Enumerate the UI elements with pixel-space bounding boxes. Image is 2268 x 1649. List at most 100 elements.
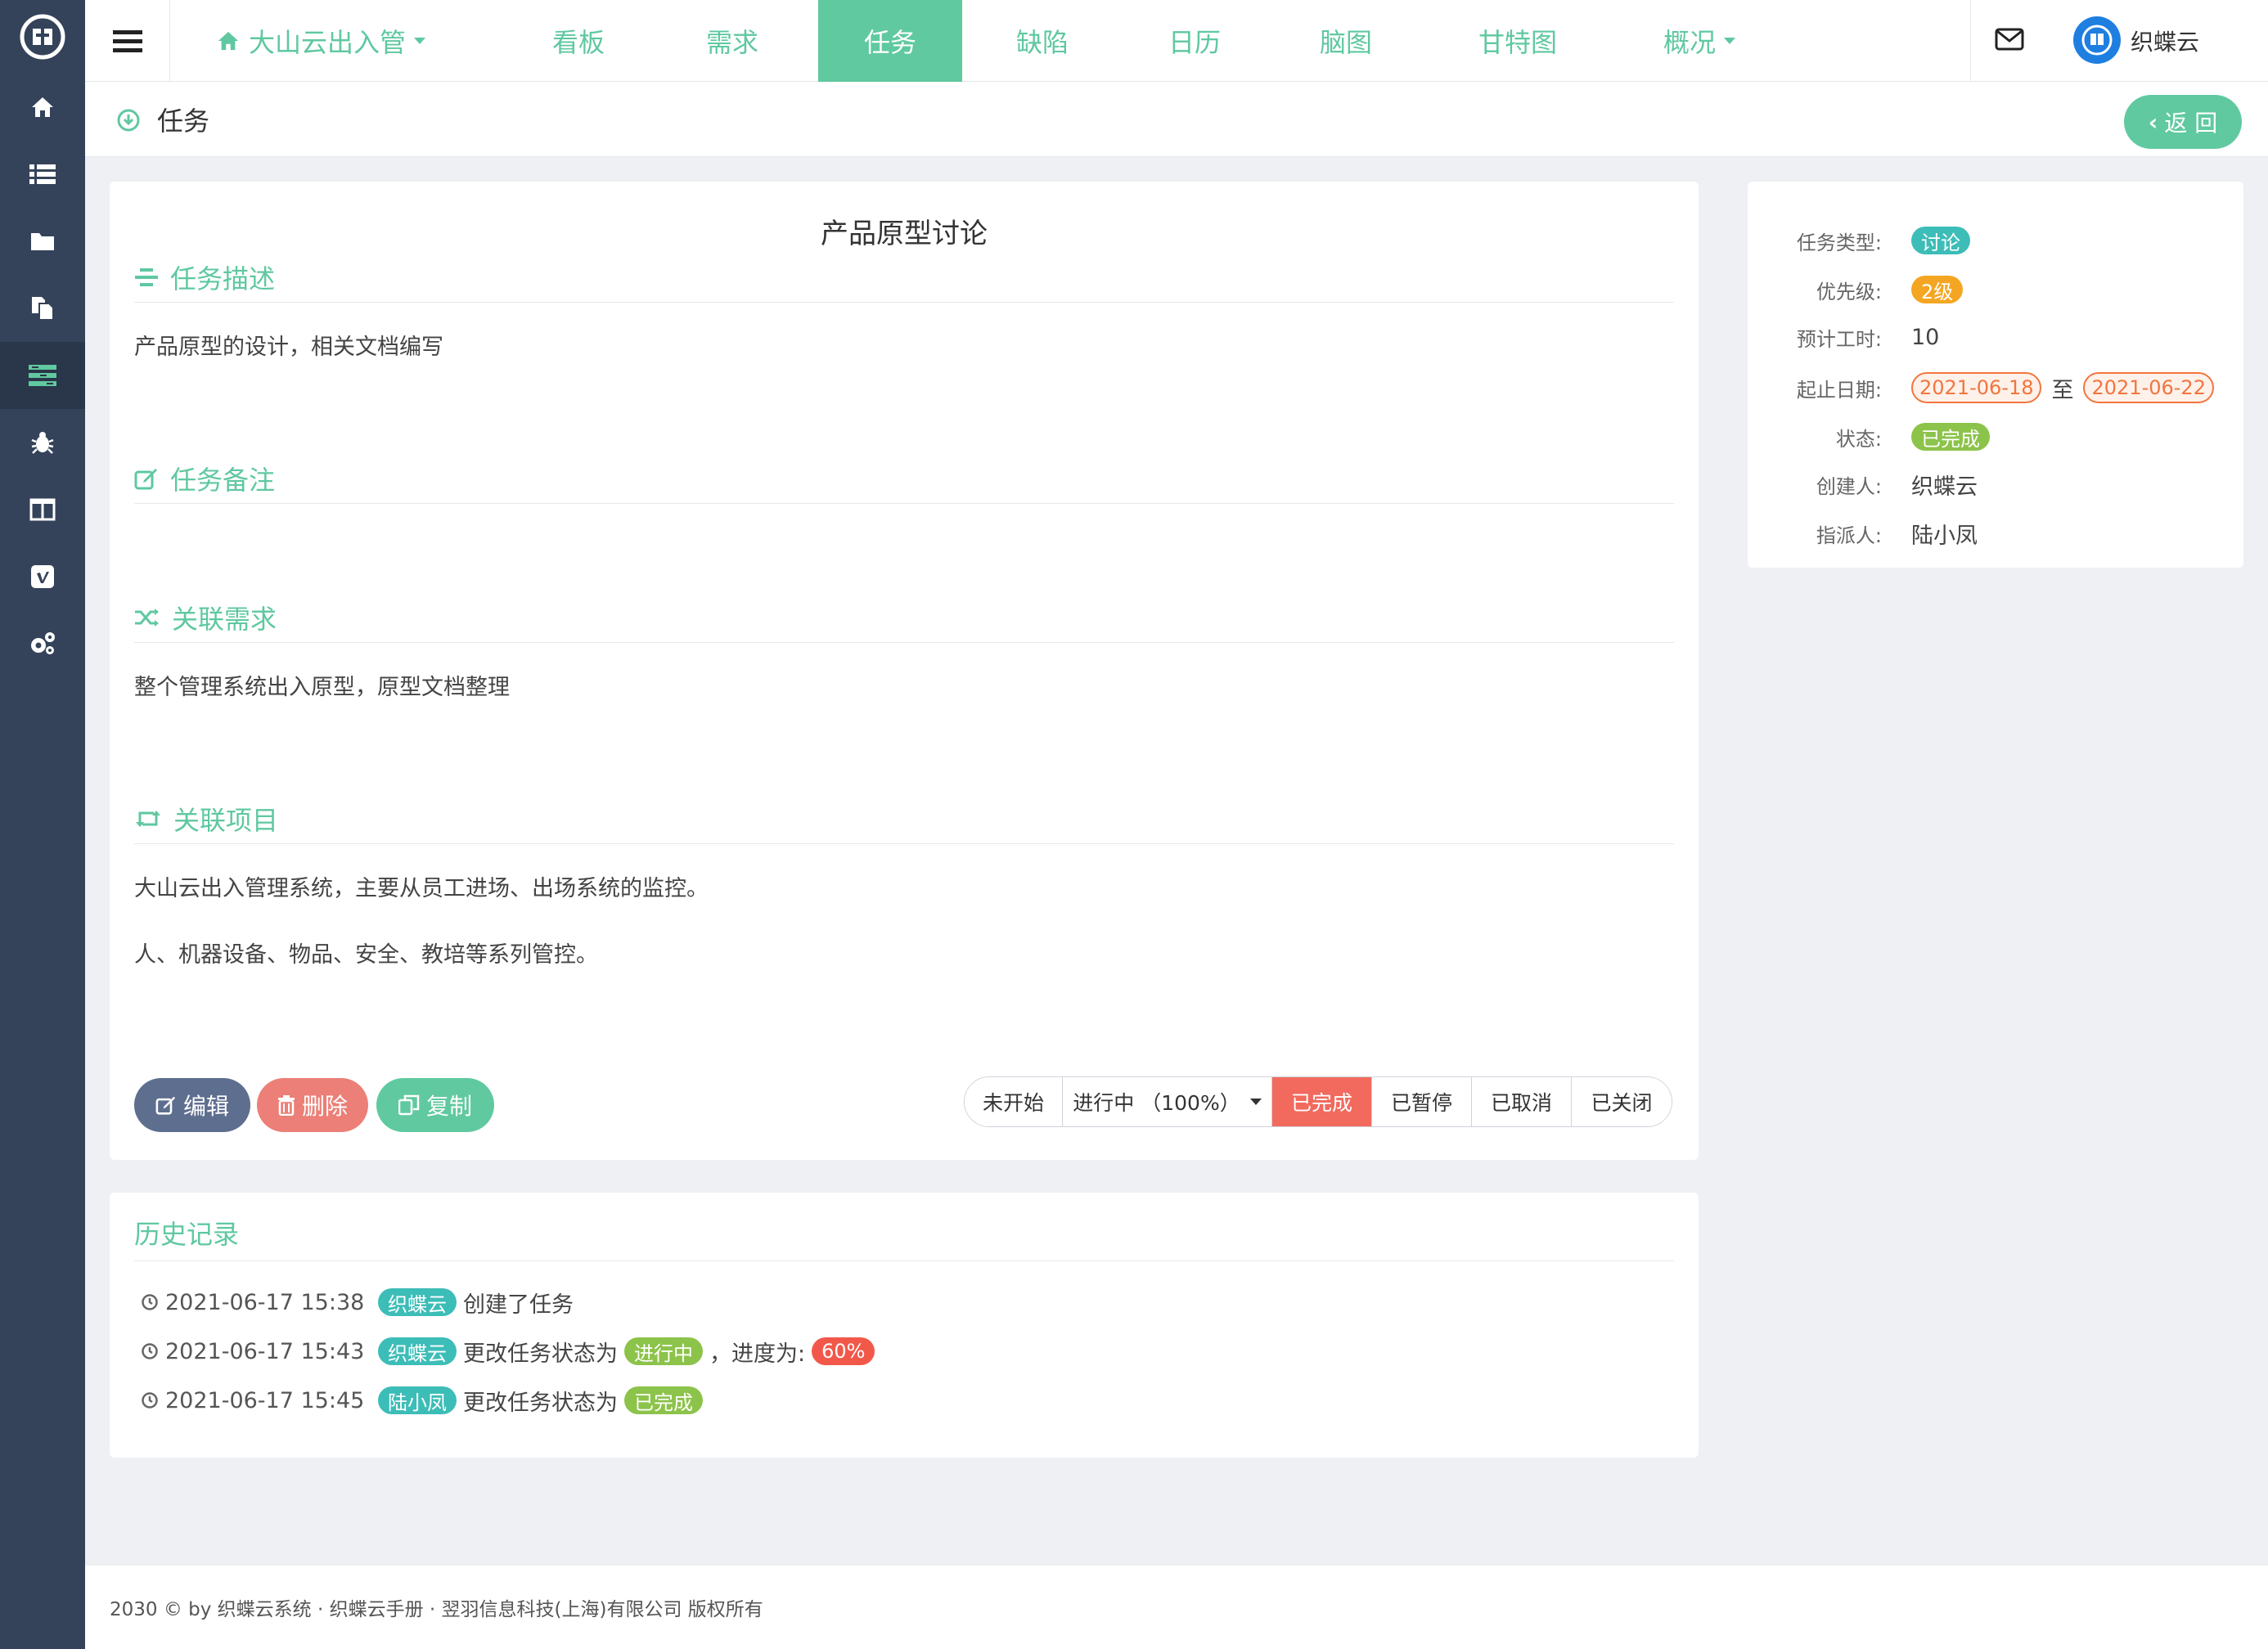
status-paused-button[interactable]: 已暂停 — [1372, 1077, 1472, 1126]
history-section: 历史记录 — [134, 1209, 1674, 1261]
tab-label: 脑图 — [1319, 27, 1372, 58]
status-label: 未开始 — [982, 1091, 1044, 1115]
sidebar-item-documents[interactable] — [0, 275, 85, 342]
clock-icon — [142, 1343, 158, 1359]
status-done-button[interactable]: 已完成 — [1272, 1077, 1372, 1126]
section-heading: 任务备注 — [134, 458, 1674, 504]
history-time: 2021-06-17 15:43 — [165, 1338, 365, 1364]
section-description: 任务描述 产品原型的设计，相关文档编写 — [134, 257, 1674, 361]
home-icon — [32, 97, 53, 117]
top-navbar: 大山云出入管 看板 需求 任务 缺陷 日历 脑图 甘特图 概况 织蝶云 — [85, 0, 2268, 82]
app-logo[interactable] — [0, 0, 85, 74]
tab-label: 日历 — [1168, 27, 1221, 58]
section-body: 整个管理系统出入原型，原型文档整理 — [134, 669, 1674, 701]
left-sidebar — [0, 0, 85, 1649]
tab-tasks[interactable]: 任务 — [818, 0, 962, 82]
task-detail-card: 产品原型讨论 任务描述 产品原型的设计，相关文档编写 任务备注 关联需求 整个管… — [110, 182, 1699, 1160]
type-badge: 讨论 — [1911, 227, 1970, 254]
heading-text: 历史记录 — [134, 1218, 240, 1250]
history-text: ，进度为: — [709, 1341, 806, 1367]
tab-gantt[interactable]: 甘特图 — [1425, 0, 1610, 82]
download-circle-icon — [116, 108, 141, 136]
status-closed-button[interactable]: 已关闭 — [1572, 1077, 1672, 1126]
end-date: 2021-06-22 — [2083, 372, 2214, 403]
avatar[interactable] — [2073, 16, 2121, 64]
history-text: 更改任务状态为 — [463, 1341, 618, 1367]
edit-icon — [155, 1096, 176, 1115]
sidebar-item-folder[interactable] — [0, 208, 85, 275]
edit-button[interactable]: 编辑 — [134, 1078, 250, 1132]
description-text: 产品原型的设计，相关文档编写 — [134, 335, 443, 360]
messages-button[interactable] — [1995, 27, 2024, 55]
info-label: 起止日期: — [1796, 378, 1882, 402]
page-footer: 2030 © by 织蝶云系统 · 织蝶云手册 · 翌羽信息科技(上海)有限公司… — [85, 1566, 2268, 1649]
sidebar-item-settings[interactable] — [0, 610, 85, 677]
menu-toggle-button[interactable] — [85, 0, 170, 82]
user-badge: 陆小凤 — [378, 1386, 457, 1414]
folder-icon — [31, 233, 54, 250]
sidebar-item-home[interactable] — [0, 74, 85, 141]
settings-icon — [31, 632, 55, 654]
copy-button-label: 复制 — [425, 1093, 472, 1120]
tab-label: 任务 — [863, 27, 916, 58]
info-label: 状态: — [1835, 427, 1882, 451]
status-not-started-button[interactable]: 未开始 — [965, 1077, 1063, 1126]
user-badge: 织蝶云 — [378, 1288, 457, 1316]
sidebar-item-list[interactable] — [0, 141, 85, 208]
history-row: 2021-06-17 15:38 织蝶云 创建了任务 — [141, 1286, 580, 1319]
columns-icon — [29, 498, 56, 521]
info-label: 指派人: — [1816, 523, 1882, 547]
info-row-status: 状态: 已完成 — [1748, 420, 2243, 453]
creator-value: 织蝶云 — [1911, 474, 1978, 500]
tab-defects[interactable]: 缺陷 — [962, 0, 1123, 82]
tab-overview[interactable]: 概况 — [1610, 0, 1789, 82]
user-avatar-icon — [2081, 25, 2113, 56]
tab-label: 甘特图 — [1478, 27, 1557, 58]
heading-text: 任务描述 — [170, 263, 276, 294]
status-badge: 进行中 — [624, 1337, 703, 1365]
tab-label: 缺陷 — [1015, 27, 1069, 58]
priority-badge: 2级 — [1911, 276, 1964, 303]
vimeo-icon — [31, 565, 54, 588]
tab-label: 看板 — [551, 27, 605, 58]
status-label: 已暂停 — [1390, 1091, 1452, 1115]
copy-button[interactable]: 复制 — [376, 1078, 494, 1132]
status-cancelled-button[interactable]: 已取消 — [1472, 1077, 1572, 1126]
status-label: 已关闭 — [1591, 1091, 1653, 1115]
sidebar-item-bugs[interactable] — [0, 409, 85, 476]
tab-requirements[interactable]: 需求 — [646, 0, 818, 82]
section-remark: 任务备注 — [134, 458, 1674, 530]
project-selector[interactable]: 大山云出入管 — [216, 0, 426, 82]
retweet-icon — [136, 810, 160, 827]
chevron-down-icon — [1249, 1099, 1262, 1105]
sidebar-item-vimeo[interactable] — [0, 543, 85, 610]
tab-kanban[interactable]: 看板 — [511, 0, 646, 82]
user-name[interactable]: 织蝶云 — [2131, 0, 2199, 82]
task-title: 产品原型讨论 — [821, 218, 988, 250]
hours-value: 10 — [1911, 324, 1940, 350]
tab-mindmap[interactable]: 脑图 — [1267, 0, 1425, 82]
heading-text: 任务备注 — [170, 464, 276, 496]
tab-calendar[interactable]: 日历 — [1123, 0, 1267, 82]
shuffle-icon — [135, 608, 159, 627]
clock-icon — [142, 1392, 158, 1409]
edit-button-label: 编辑 — [182, 1093, 229, 1120]
history-time: 2021-06-17 15:38 — [165, 1289, 365, 1315]
section-requirement: 关联需求 整个管理系统出入原型，原型文档整理 — [134, 597, 1674, 701]
progress-badge: 60% — [812, 1337, 875, 1365]
sidebar-item-columns[interactable] — [0, 476, 85, 543]
section-body: 产品原型的设计，相关文档编写 — [134, 329, 1674, 361]
logo-icon — [20, 14, 65, 60]
mail-icon — [1995, 28, 2024, 51]
status-in-progress-dropdown[interactable]: 进行中 （100%） — [1063, 1077, 1272, 1126]
back-button[interactable]: ‹ 返 回 — [2124, 95, 2242, 149]
delete-button[interactable]: 删除 — [257, 1078, 368, 1132]
user-badge: 织蝶云 — [378, 1337, 457, 1365]
info-row-creator: 创建人: 织蝶云 — [1748, 468, 2243, 501]
history-text: 创建了任务 — [463, 1292, 574, 1318]
info-row-dates: 起止日期: 2021-06-18 至 2021-06-22 — [1748, 371, 2243, 404]
sidebar-item-tasks[interactable] — [0, 342, 85, 409]
info-row-priority: 优先级: 2级 — [1748, 273, 2243, 306]
info-label: 预计工时: — [1796, 327, 1882, 351]
project-name: 大山云出入管 — [249, 27, 407, 58]
